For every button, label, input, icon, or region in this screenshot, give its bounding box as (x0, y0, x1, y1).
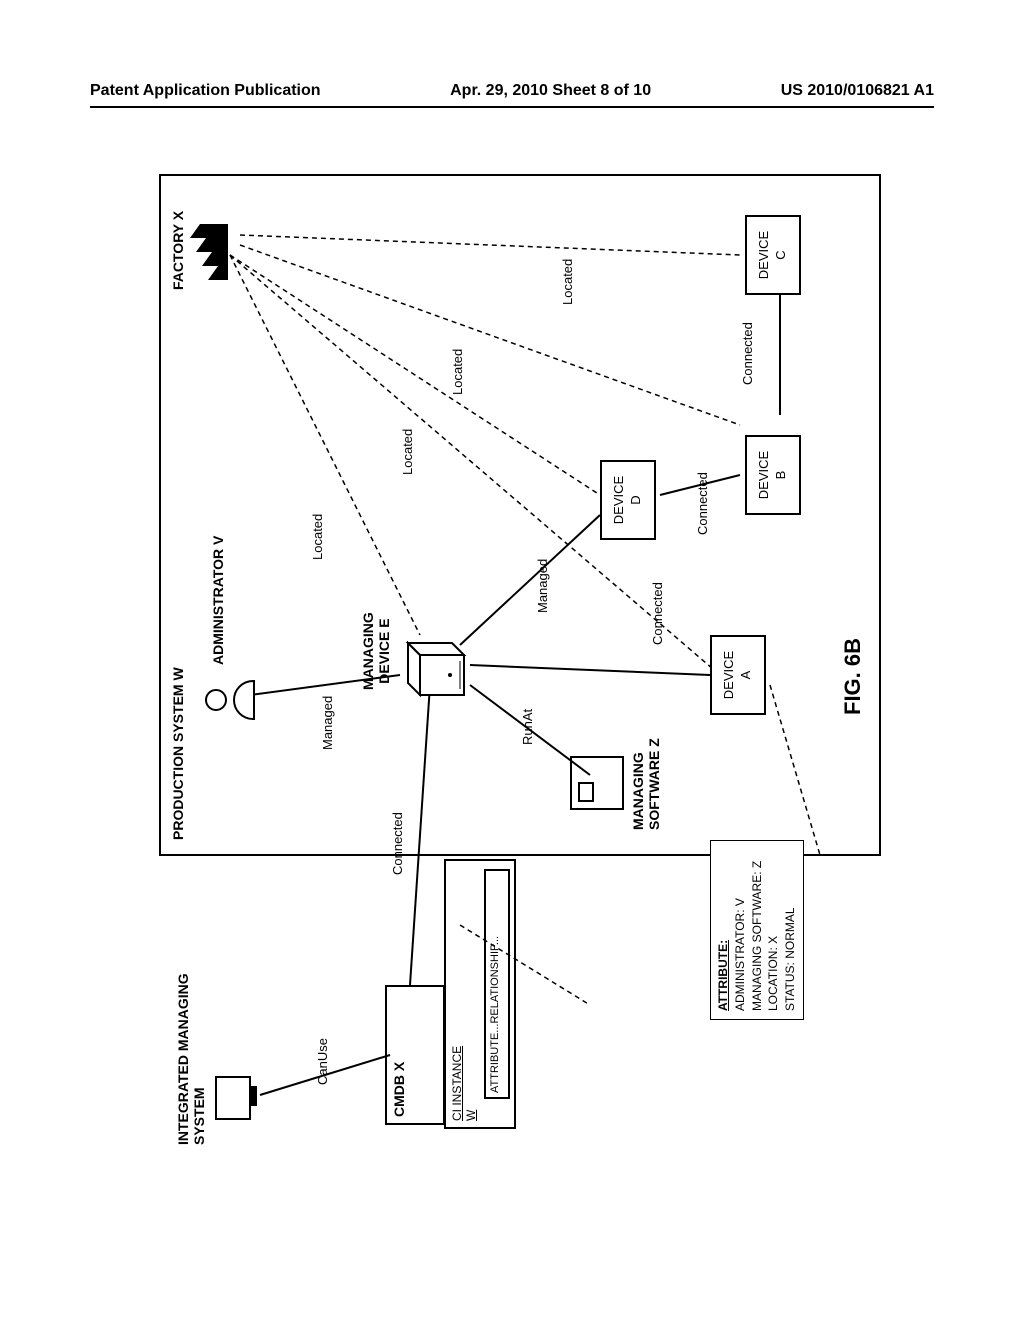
cmdb-box: CMDB X (385, 985, 445, 1125)
connected-label-2: Connected (650, 582, 665, 645)
integrated-managing-system-label: INTEGRATED MANAGING SYSTEM (175, 973, 207, 1145)
located-label-4: Located (560, 259, 575, 305)
device-d-box: DEVICE D (600, 460, 656, 540)
managing-software-z-label: MANAGING SOFTWARE Z (630, 738, 662, 830)
factory-icon (190, 224, 228, 280)
managed-label-2: Managed (535, 559, 550, 613)
managing-device-e-label: MANAGING DEVICE E (360, 612, 392, 690)
integrated-system-icon (215, 1076, 251, 1120)
figure-inner: INTEGRATED MANAGING SYSTEM CMDB X CI INS… (120, 165, 900, 1175)
device-b-box: DEVICE B (745, 435, 801, 515)
device-c-box: DEVICE C (745, 215, 801, 295)
header-rule (90, 106, 934, 108)
connected-label-3: Connected (695, 472, 710, 535)
administrator-v-label: ADMINISTRATOR V (210, 536, 226, 665)
attribute-relationship-box: ATTRIBUTE...RELATIONSHIP... (484, 869, 510, 1099)
connected-label-1: Connected (390, 812, 405, 875)
attr-status: STATUS: NORMAL (782, 849, 799, 1011)
attribute-title: ATTRIBUTE: (715, 849, 732, 1011)
managing-device-icon (400, 633, 479, 705)
cmdb-label: CMDB X (391, 1062, 407, 1117)
attr-location: LOCATION: X (765, 849, 782, 1011)
page-header: Patent Application Publication Apr. 29, … (0, 82, 1024, 100)
production-system-w-label: PRODUCTION SYSTEM W (170, 667, 186, 840)
attr-admin: ADMINISTRATOR: V (732, 849, 749, 1011)
managed-label-1: Managed (320, 696, 335, 750)
figure-container: INTEGRATED MANAGING SYSTEM CMDB X CI INS… (5, 280, 1015, 1060)
header-left: Patent Application Publication (90, 82, 321, 100)
figure-title: FIG. 6B (840, 638, 866, 715)
ci-instance-label: CI INSTANCE W (450, 1046, 478, 1121)
attribute-box: ATTRIBUTE: ADMINISTRATOR: V MANAGING SOF… (710, 840, 804, 1020)
header-center: Apr. 29, 2010 Sheet 8 of 10 (450, 82, 651, 100)
attr-software: MANAGING SOFTWARE: Z (749, 849, 766, 1011)
located-label-3: Located (450, 349, 465, 395)
ci-instance-box: CI INSTANCE W ATTRIBUTE...RELATIONSHIP..… (444, 859, 516, 1129)
device-a-box: DEVICE A (710, 635, 766, 715)
software-icon (570, 756, 624, 810)
administrator-icon (205, 675, 255, 725)
located-label-1: Located (310, 514, 325, 560)
located-label-2: Located (400, 429, 415, 475)
connected-label-4: Connected (740, 322, 755, 385)
canuse-label: CanUse (315, 1038, 330, 1085)
attribute-relationship-text: ATTRIBUTE...RELATIONSHIP... (489, 936, 501, 1093)
factory-x-label: FACTORY X (170, 211, 186, 290)
header-right: US 2010/0106821 A1 (781, 82, 934, 100)
runat-label: RunAt (520, 709, 535, 745)
